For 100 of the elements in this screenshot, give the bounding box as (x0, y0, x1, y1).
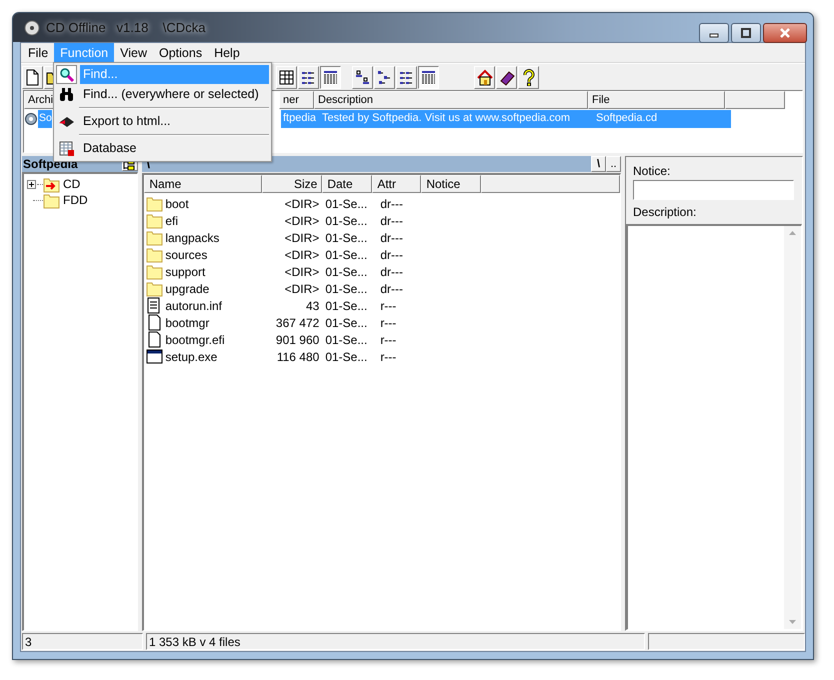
file-icon (146, 314, 164, 331)
table-cell-text: dr--- (379, 196, 404, 210)
sort-icon (354, 68, 371, 86)
file-name[interactable]: upgrade (165, 282, 210, 296)
table-cell-text: dr--- (379, 248, 404, 262)
table-cell-text: r--- (379, 298, 398, 312)
menu-item[interactable]: Export to html... (80, 112, 269, 131)
table-cell-text: 901 960 (274, 332, 320, 346)
status-text: 1 353 kB v 4 files (146, 633, 645, 650)
table-cell: ftpedia (281, 110, 320, 128)
table-cell-text: <DIR> (284, 230, 320, 244)
file-name[interactable]: autorun.inf (165, 298, 222, 312)
table-cell-text: 01-Se... (324, 214, 368, 228)
file-name[interactable]: langpacks (165, 230, 220, 244)
file-name[interactable]: bootmgr.efi (165, 332, 225, 346)
menu-item[interactable]: Help (208, 43, 246, 62)
file-name[interactable]: setup.exe (165, 350, 218, 364)
field-label: Notice: (632, 163, 672, 179)
maximize-icon (740, 28, 752, 38)
column-header[interactable]: Date (322, 175, 372, 193)
table-cell-text: 01-Se... (324, 196, 368, 210)
tree-item[interactable]: FDD (63, 193, 88, 207)
house-icon (476, 68, 493, 86)
toolbar-button[interactable] (320, 66, 341, 88)
details-icon (420, 68, 437, 86)
menu-item[interactable]: Options (152, 43, 208, 62)
file-name[interactable]: support (165, 264, 206, 278)
column-header[interactable]: File (588, 91, 725, 109)
table-cell-text: 01-Se... (324, 298, 368, 312)
column-header[interactable]: Archi (24, 91, 54, 109)
table-cell-text: dr--- (379, 230, 404, 244)
table-cell-text: dr--- (379, 264, 404, 278)
expand-toggle[interactable] (27, 180, 36, 188)
close-icon (779, 28, 791, 38)
folder-icon (146, 263, 164, 280)
table-cell-text: 01-Se... (324, 316, 368, 330)
column-header[interactable]: Size (262, 175, 322, 193)
folder-icon (146, 246, 164, 263)
disc-icon (24, 20, 40, 36)
table-cell-text: 01-Se... (324, 282, 368, 296)
tree-view-icon (376, 68, 393, 86)
column-header[interactable]: ner (279, 91, 314, 109)
up-button[interactable]: .. (606, 156, 621, 172)
table-cell: Tested by Softpedia. Visit us at www.softpedia.com (320, 110, 594, 128)
file-name[interactable]: efi (165, 214, 178, 228)
table-cell-text: r--- (379, 350, 398, 364)
table-cell-text: 367 472 (274, 316, 320, 330)
details-icon (322, 68, 339, 86)
table-cell-text: <DIR> (284, 214, 320, 228)
binoculars-icon (58, 86, 75, 103)
maximize-button[interactable] (731, 23, 761, 43)
table-cell-text: 116 480 (276, 350, 320, 364)
column-header[interactable]: Name (144, 175, 262, 193)
tree-item[interactable]: CD (63, 177, 80, 191)
column-header[interactable] (481, 175, 620, 193)
notice-field[interactable] (633, 180, 794, 200)
document-icon (24, 68, 41, 86)
column-header[interactable]: Description (314, 91, 588, 109)
root-button[interactable]: \ (591, 156, 606, 172)
menu-item[interactable]: Database (80, 139, 269, 158)
table-cell-text: <DIR> (284, 282, 320, 296)
panel-title: Softpedia (23, 157, 78, 171)
up-arrow-icon (789, 231, 796, 235)
window-icon (146, 348, 164, 365)
status-text: 3 (22, 633, 143, 650)
table-cell-text: 01-Se... (324, 248, 368, 262)
table-cell: So (38, 110, 52, 128)
folder-icon (146, 212, 164, 229)
table-icon (278, 68, 295, 86)
table-cell-text: <DIR> (284, 196, 320, 210)
folder-icon (146, 195, 164, 212)
file-name[interactable]: boot (165, 196, 189, 210)
field-label: Description: (632, 204, 698, 221)
table-cell-text: dr--- (379, 282, 404, 296)
table-cell-text: 01-Se... (324, 230, 368, 244)
database-icon (58, 140, 75, 157)
file-name[interactable]: sources (165, 248, 208, 262)
file-name[interactable]: bootmgr (165, 316, 210, 330)
file-icon (146, 331, 164, 348)
column-header[interactable]: Attr (372, 175, 422, 193)
toolbar-button[interactable] (418, 66, 439, 88)
scrollbar[interactable] (784, 226, 801, 629)
close-button[interactable] (763, 23, 807, 43)
table-cell-text: <DIR> (284, 264, 320, 278)
down-arrow-icon (789, 620, 796, 624)
table-cell-text: dr--- (379, 214, 404, 228)
folder-icon (146, 280, 164, 297)
table-cell-text: 01-Se... (324, 264, 368, 278)
table-cell-text: 01-Se... (324, 350, 368, 364)
column-header[interactable]: Notice (421, 175, 482, 193)
folder-icon (146, 229, 164, 246)
magnifier-icon (58, 66, 75, 83)
menu-item[interactable]: File (22, 43, 54, 62)
column-header[interactable] (725, 91, 785, 109)
menu-item[interactable]: View (114, 43, 153, 62)
menu-item[interactable]: Find... (everywhere or selected) (80, 85, 269, 104)
table-cell-text: <DIR> (284, 248, 320, 262)
table-cell-text: 01-Se... (324, 332, 368, 346)
description-field[interactable] (626, 224, 802, 630)
minimize-button[interactable] (699, 23, 729, 43)
